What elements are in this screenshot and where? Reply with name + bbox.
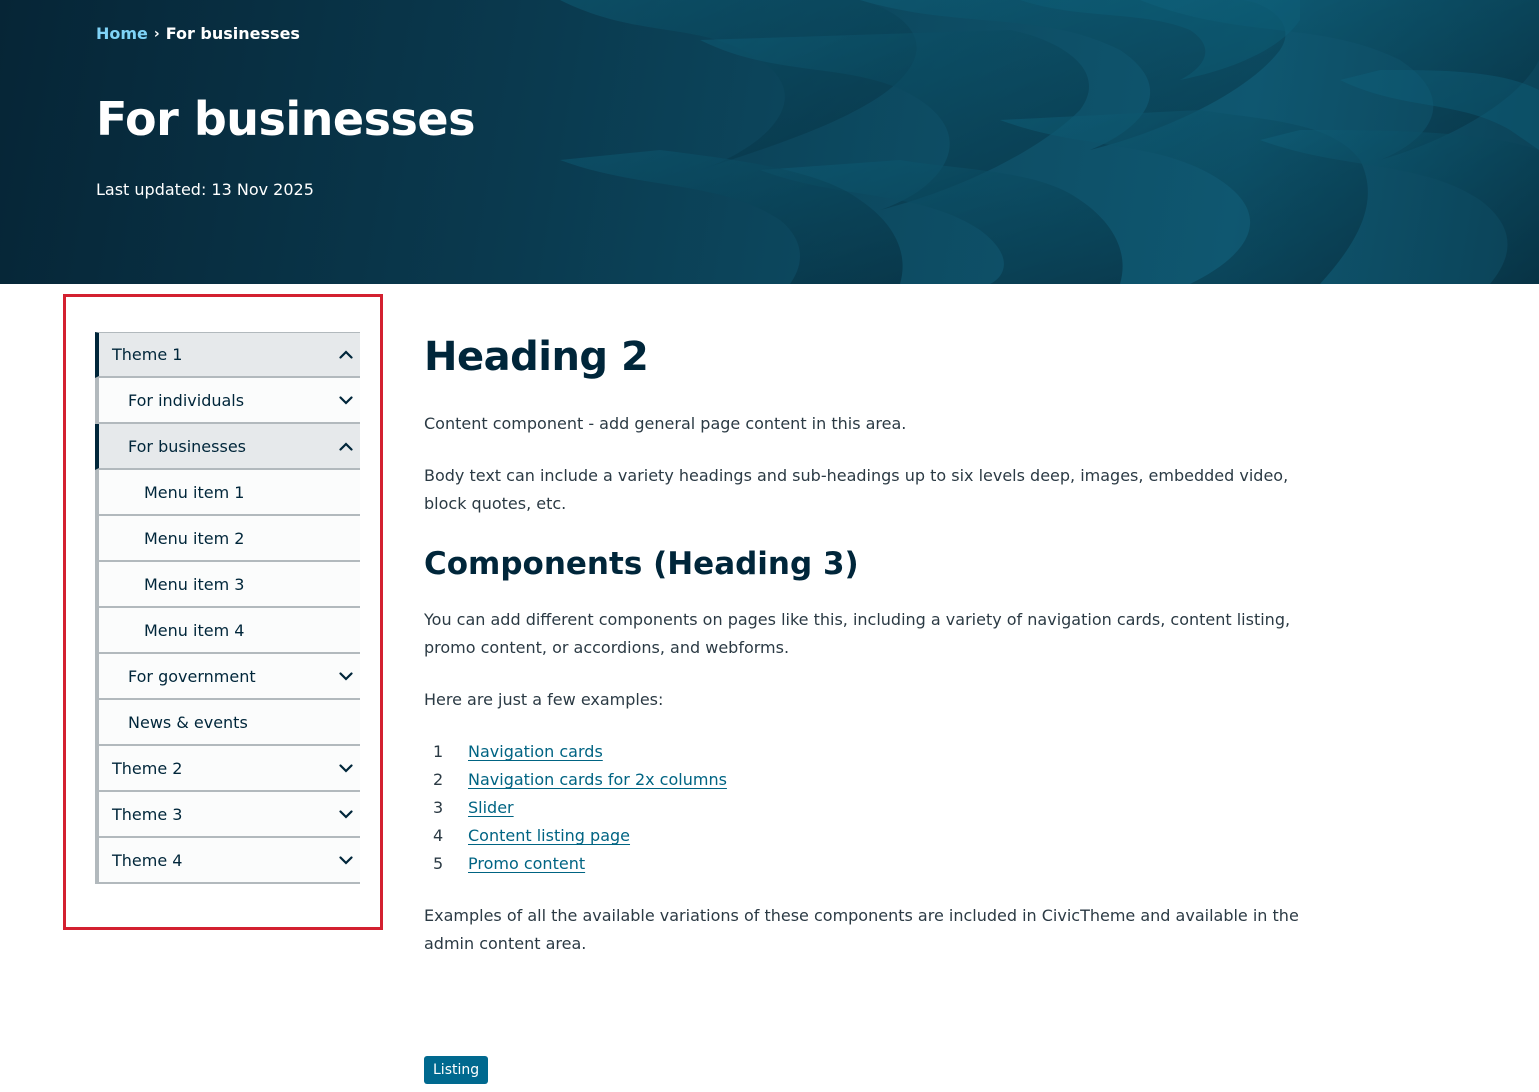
list-number: 1 — [433, 742, 444, 761]
sidebar-item-for-businesses[interactable]: For businesses — [95, 424, 360, 470]
chevron-down-icon[interactable] — [334, 756, 358, 780]
components-paragraph: You can add different components on page… — [424, 610, 1291, 657]
chevron-up-icon[interactable] — [334, 434, 358, 458]
list-number: 2 — [433, 770, 444, 789]
sidebar-item-menu-item-3[interactable]: Menu item 3 — [95, 562, 360, 608]
last-updated: Last updated: 13 Nov 2025 — [96, 180, 314, 199]
navigation-cards-2x-link[interactable]: Navigation cards for 2x columns — [468, 766, 727, 794]
breadcrumb-home-link[interactable]: Home — [96, 24, 148, 43]
sidebar-item-label: Theme 1 — [112, 345, 183, 364]
breadcrumb-separator: › — [153, 25, 160, 42]
sidebar-item-for-individuals[interactable]: For individuals — [95, 378, 360, 424]
sidebar-item-theme-1[interactable]: Theme 1 — [95, 332, 360, 378]
intro-paragraph: Content component - add general page con… — [424, 414, 907, 433]
examples-list: 1 Navigation cards 2 Navigation cards fo… — [424, 738, 1334, 878]
content-heading-2: Heading 2 — [424, 334, 649, 380]
sidebar-item-menu-item-2[interactable]: Menu item 2 — [95, 516, 360, 562]
slider-link[interactable]: Slider — [468, 794, 514, 822]
side-navigation: Theme 1 For individuals For businesses M… — [95, 332, 360, 884]
list-item: 5 Promo content — [424, 850, 1334, 878]
list-item: 1 Navigation cards — [424, 738, 1334, 766]
sidebar-item-theme-4[interactable]: Theme 4 — [95, 838, 360, 884]
sidebar-item-label: Menu item 4 — [144, 620, 245, 640]
sidebar-item-label: Menu item 3 — [144, 574, 245, 594]
sidebar-item-theme-3[interactable]: Theme 3 — [95, 792, 360, 838]
list-item: 3 Slider — [424, 794, 1334, 822]
content-listing-page-link[interactable]: Content listing page — [468, 822, 630, 850]
list-number: 3 — [433, 798, 444, 817]
closing-paragraph: Examples of all the available variations… — [424, 906, 1299, 953]
sidebar-item-label: For government — [128, 666, 256, 686]
page-title: For businesses — [96, 92, 475, 146]
breadcrumb: Home › For businesses — [96, 24, 300, 43]
chevron-down-icon[interactable] — [334, 388, 358, 412]
promo-content-link[interactable]: Promo content — [468, 850, 585, 878]
sidebar-item-label: News & events — [128, 712, 248, 732]
examples-intro: Here are just a few examples: — [424, 690, 664, 709]
list-item: 4 Content listing page — [424, 822, 1334, 850]
sidebar-item-label: Theme 4 — [112, 850, 183, 870]
list-number: 5 — [433, 854, 444, 873]
content-heading-3: Components (Heading 3) — [424, 546, 859, 582]
sidebar-item-news-events[interactable]: News & events — [95, 700, 360, 746]
chevron-down-icon[interactable] — [334, 802, 358, 826]
sidebar-item-menu-item-4[interactable]: Menu item 4 — [95, 608, 360, 654]
sidebar-item-label: Menu item 1 — [144, 482, 245, 502]
sidebar-item-label: For businesses — [128, 436, 246, 456]
listing-tag[interactable]: Listing — [424, 1056, 489, 1084]
sidebar-item-label: Theme 3 — [112, 804, 183, 824]
sidebar-item-label: For individuals — [128, 390, 245, 410]
body-paragraph: Body text can include a variety headings… — [424, 466, 1289, 513]
navigation-cards-link[interactable]: Navigation cards — [468, 738, 603, 766]
sidebar-item-theme-2[interactable]: Theme 2 — [95, 746, 360, 792]
chevron-down-icon[interactable] — [334, 848, 358, 872]
sidebar-item-menu-item-1[interactable]: Menu item 1 — [95, 470, 360, 516]
hero-banner: Home › For businesses For businesses Las… — [0, 0, 1539, 284]
sidebar-item-label: Theme 2 — [112, 758, 183, 778]
chevron-up-icon[interactable] — [334, 343, 358, 367]
list-number: 4 — [433, 826, 444, 845]
list-item: 2 Navigation cards for 2x columns — [424, 766, 1334, 794]
sidebar-item-label: Menu item 2 — [144, 528, 245, 548]
sidebar-item-for-government[interactable]: For government — [95, 654, 360, 700]
main-content: Heading 2 Content component - add genera… — [424, 330, 1334, 982]
breadcrumb-current: For businesses — [165, 24, 300, 43]
chevron-down-icon[interactable] — [334, 664, 358, 688]
